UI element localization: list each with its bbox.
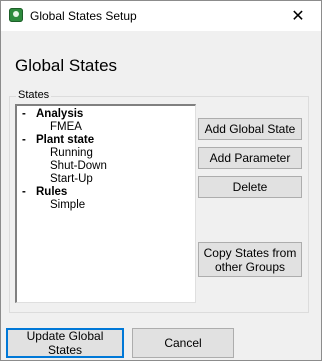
states-group-label: States xyxy=(16,89,52,101)
tree-node-label: Plant state xyxy=(36,134,95,146)
update-global-states-button[interactable]: Update Global States xyxy=(6,328,124,358)
collapse-icon[interactable]: - xyxy=(22,186,26,198)
copy-states-button[interactable]: Copy States from other Groups xyxy=(198,242,302,277)
add-parameter-button[interactable]: Add Parameter xyxy=(198,147,302,169)
collapse-icon[interactable]: - xyxy=(22,108,26,120)
tree-node-label: Rules xyxy=(36,186,68,198)
add-global-state-button[interactable]: Add Global State xyxy=(198,118,302,140)
app-icon xyxy=(9,8,23,22)
collapse-icon[interactable]: - xyxy=(22,134,26,146)
tree-node-label: Analysis xyxy=(36,108,84,120)
tree-node-simple[interactable]: Simple xyxy=(50,199,85,211)
tree-node-running[interactable]: Running xyxy=(50,147,93,159)
title-bar: Global States Setup ✕ xyxy=(1,1,321,31)
tree-node-start-up[interactable]: Start-Up xyxy=(50,173,93,185)
delete-button[interactable]: Delete xyxy=(198,176,302,198)
close-icon[interactable]: ✕ xyxy=(275,1,321,31)
window-title: Global States Setup xyxy=(30,9,137,23)
cancel-button[interactable]: Cancel xyxy=(132,328,234,358)
states-groupbox: States - Analysis FMEA - Plant state Run… xyxy=(9,89,309,313)
tree-node-shut-down[interactable]: Shut-Down xyxy=(50,160,107,172)
tree-node-fmea[interactable]: FMEA xyxy=(50,121,82,133)
global-states-setup-dialog: Global States Setup ✕ Global States Stat… xyxy=(0,0,322,361)
page-title: Global States xyxy=(15,56,118,75)
states-tree[interactable]: - Analysis FMEA - Plant state Running Sh… xyxy=(15,104,196,303)
